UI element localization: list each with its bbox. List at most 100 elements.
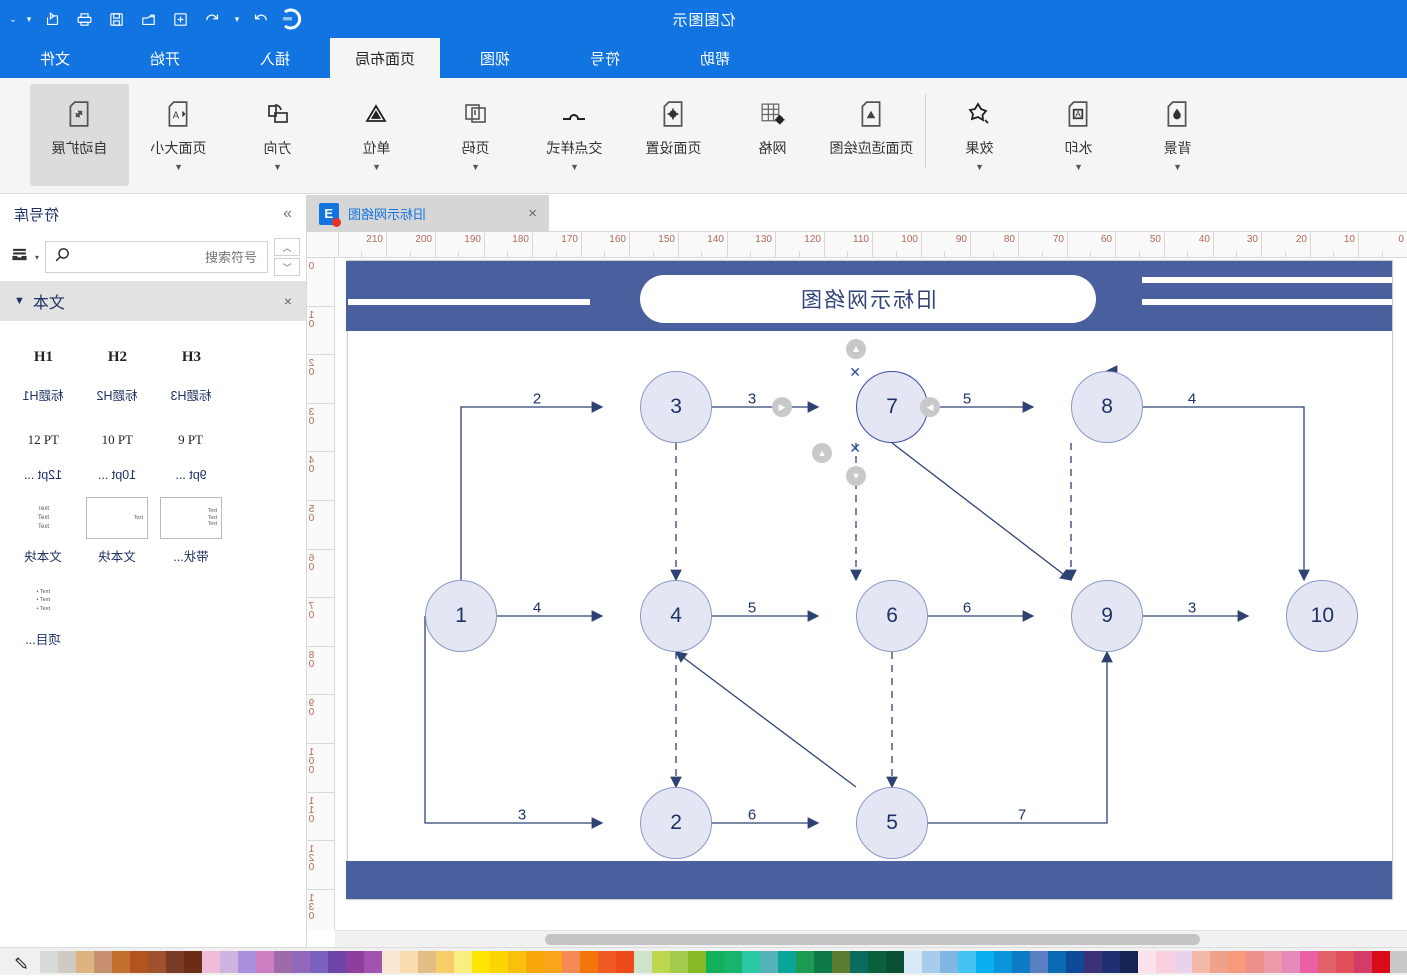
action-handle-down[interactable]: ▼ [846,466,866,486]
color-swatch[interactable] [580,950,598,973]
diagram-node-8[interactable]: 8 [1071,371,1143,443]
new-icon[interactable] [166,4,196,34]
stencil-section-header[interactable]: ▼ 文本 × [0,281,306,321]
color-swatch[interactable] [832,950,850,973]
stencil-item[interactable]: H1 标题H1 [6,331,80,404]
search-input[interactable] [79,248,260,266]
ribbon-button-auto-expand[interactable]: 自动扩展 [30,84,129,186]
color-swatch[interactable] [796,950,814,973]
chevron-down-icon[interactable]: ▼ [1074,162,1083,172]
color-swatch[interactable] [1336,950,1354,973]
chevron-down-icon[interactable]: ▼ [1173,162,1182,172]
color-swatch[interactable] [868,950,886,973]
color-swatch[interactable] [994,950,1012,973]
color-swatch[interactable] [976,950,994,973]
redo-caret-down-icon[interactable]: ▾ [230,4,244,34]
ribbon-button-page-size[interactable]: A 页面大小 ▼ [129,84,228,186]
color-swatch[interactable] [382,950,400,973]
save-icon[interactable] [102,4,132,34]
connection-point-x-bottom[interactable]: ✕ [849,440,861,456]
color-swatch[interactable] [742,950,760,973]
color-swatch[interactable] [634,950,652,973]
color-swatch[interactable] [526,950,544,973]
search-box[interactable] [45,241,269,273]
color-swatch[interactable] [1174,950,1192,973]
color-swatch[interactable] [454,950,472,973]
ribbon-button-effects[interactable]: 效果 ▼ [930,84,1029,186]
color-swatch[interactable] [886,950,904,973]
action-handle-right[interactable]: ▶ [920,397,940,417]
chevron-down-icon[interactable]: ▼ [273,162,282,172]
color-swatch[interactable] [562,950,580,973]
diagram-node-5[interactable]: 5 [856,787,928,859]
color-swatch[interactable] [274,950,292,973]
close-icon[interactable]: × [528,205,537,222]
color-swatch[interactable] [814,950,832,973]
color-swatch[interactable] [472,950,490,973]
color-swatch[interactable] [40,950,58,973]
color-swatch[interactable] [328,950,346,973]
ribbon-button-page-number[interactable]: 页码 ▼ [426,84,525,186]
canvas-horizontal-scrollbar[interactable] [335,930,1407,947]
color-swatch[interactable] [958,950,976,973]
diagram-node-1[interactable]: 1 [425,580,497,652]
color-swatch[interactable] [364,950,382,973]
tab-6[interactable]: 帮助 [660,38,770,78]
color-swatch[interactable] [598,950,616,973]
stencil-item[interactable]: Text Text Text 文本块 [6,492,80,565]
chevron-down-icon[interactable]: ▼ [14,295,25,307]
color-swatch[interactable] [904,950,922,973]
color-swatch[interactable] [1192,950,1210,973]
color-swatch[interactable] [1138,950,1156,973]
scrollbar-thumb[interactable] [545,934,1200,945]
tab-1[interactable]: 开始 [110,38,220,78]
color-swatch[interactable] [58,950,76,973]
stencil-item[interactable]: 9 PT 9pt ... [154,414,228,482]
color-swatch[interactable] [706,950,724,973]
color-swatch[interactable] [346,950,364,973]
library-icon[interactable] [10,246,29,268]
document-page[interactable]: 旧标示网络图 ▲ 8 7 3 10 9 6 4 1 5 2 3 5 4 2 4 … [346,260,1393,900]
stencil-item[interactable]: Text 文本块 [80,492,154,565]
color-swatch[interactable] [310,950,328,973]
ribbon-button-grid[interactable]: 网格 [723,84,822,186]
connection-point-x-top[interactable]: ✕ [849,364,861,380]
ribbon-button-unit[interactable]: 单位 ▼ [327,84,426,186]
color-swatch[interactable] [922,950,940,973]
tab-4[interactable]: 视图 [440,38,550,78]
color-swatch[interactable] [292,950,310,973]
color-swatch[interactable] [760,950,778,973]
color-swatch[interactable] [1228,950,1246,973]
color-swatch[interactable] [688,950,706,973]
scroll-down-button[interactable]: ﹀ [274,258,301,276]
ribbon-button-orientation[interactable]: 方向 ▼ [228,84,327,186]
diagram-node-9[interactable]: 9 [1071,580,1143,652]
color-swatch[interactable] [436,950,454,973]
color-swatch[interactable] [1282,950,1300,973]
color-swatch[interactable] [1102,950,1120,973]
scroll-up-button[interactable]: ︿ [274,238,301,256]
document-tab[interactable]: E 旧标示网络图 × [307,195,549,232]
color-swatch[interactable] [1300,950,1318,973]
tab-5[interactable]: 符号 [550,38,660,78]
network-diagram[interactable]: 87310964152 35424563367 ✕ ✕ ✕ ▲ ▼ ◀ ▶ [346,331,1392,863]
tab-3[interactable]: 页面布局 [330,38,440,78]
chevron-down-icon[interactable]: ▼ [975,162,984,172]
color-swatch[interactable] [1318,950,1336,973]
chevron-double-right-icon[interactable]: » [283,205,292,223]
diagram-node-3[interactable]: 3 [640,371,712,443]
color-swatch[interactable] [616,950,634,973]
color-swatch[interactable] [508,950,526,973]
diagram-node-4[interactable]: 4 [640,580,712,652]
ribbon-button-crossing-style[interactable]: 交点样式 ▼ [525,84,624,186]
color-swatch[interactable] [238,950,256,973]
page-title[interactable]: 旧标示网络图 [640,275,1096,323]
chevron-down-icon[interactable]: ▼ [570,162,579,172]
open-icon[interactable] [134,4,164,34]
ribbon-button-page-setup[interactable]: 页面设置 [624,84,723,186]
color-swatch[interactable] [256,950,274,973]
color-swatch[interactable] [850,950,868,973]
color-picker-icon[interactable] [0,948,40,976]
color-swatch[interactable] [166,950,184,973]
color-swatch[interactable] [202,950,220,973]
